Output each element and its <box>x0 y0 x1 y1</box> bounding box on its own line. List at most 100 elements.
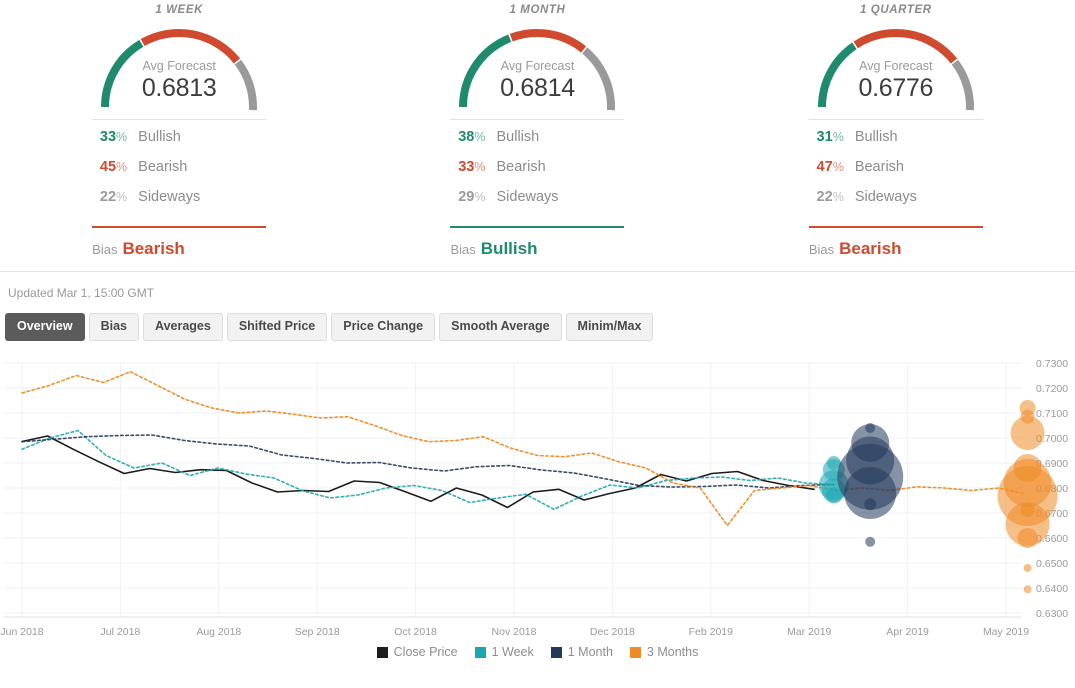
forecast-panels: 1 WEEKAvg Forecast0.681333%Bullish45%Bea… <box>0 0 1075 272</box>
stat-label: Sideways <box>496 189 558 205</box>
panel-title: 1 WEEK <box>155 4 203 16</box>
chart-canvas[interactable]: 0.73000.72000.71000.70000.69000.68000.67… <box>0 351 1075 661</box>
gauge-arc-sideways <box>955 62 970 110</box>
panel-title: 1 MONTH <box>510 4 566 16</box>
bias-value: Bullish <box>481 239 538 258</box>
legend-item[interactable]: 1 Month <box>551 645 613 659</box>
legend-label: 1 Week <box>492 645 534 659</box>
forecast-panel: 1 QUARTERAvg Forecast0.677631%Bullish47%… <box>717 0 1075 271</box>
stat-percent: 31% <box>809 129 855 145</box>
forecast-panel: 1 MONTHAvg Forecast0.681438%Bullish33%Be… <box>358 0 716 271</box>
tab-averages[interactable]: Averages <box>143 313 223 341</box>
forecast-bubble[interactable] <box>864 498 876 510</box>
gauge-arc-bearish <box>143 33 237 61</box>
legend-label: 1 Month <box>568 645 613 659</box>
stat-row-bearish: 45%Bearish <box>92 159 266 189</box>
tab-price-change[interactable]: Price Change <box>331 313 435 341</box>
bias-label: Bias <box>92 242 117 257</box>
forecast-bubble[interactable] <box>826 488 842 504</box>
percent-sign: % <box>833 160 844 174</box>
legend-label: Close Price <box>394 645 458 659</box>
y-axis-tick-label: 0.7300 <box>1036 358 1068 370</box>
stat-label: Sideways <box>855 189 917 205</box>
forecast-bubble[interactable] <box>1018 528 1038 548</box>
tab-minim-max[interactable]: Minim/Max <box>566 313 654 341</box>
tab-bias[interactable]: Bias <box>89 313 139 341</box>
stat-row-bearish: 47%Bearish <box>809 159 983 189</box>
bias-value: Bearish <box>122 239 184 258</box>
stat-percent-value: 29 <box>458 189 474 205</box>
forecast-bubble[interactable] <box>1024 585 1032 593</box>
gauge-arc-sideways <box>238 62 253 110</box>
forecast-bubble[interactable] <box>1024 564 1032 572</box>
sentiment-gauge: Avg Forecast0.6814 <box>449 19 625 111</box>
stat-row-bearish: 33%Bearish <box>450 159 624 189</box>
tab-shifted-price[interactable]: Shifted Price <box>227 313 327 341</box>
stat-percent: 38% <box>450 129 496 145</box>
stat-percent-value: 22 <box>100 189 116 205</box>
bias-rule <box>809 226 983 228</box>
legend-swatch-icon <box>377 647 388 658</box>
x-axis-tick-label: Nov 2018 <box>492 626 537 638</box>
gauge-arc-bearish <box>512 33 584 49</box>
y-axis-tick-label: 0.6500 <box>1036 558 1068 570</box>
series-line <box>22 436 814 508</box>
x-axis-tick-label: Apr 2019 <box>886 626 929 638</box>
stat-percent: 22% <box>92 189 138 205</box>
forecast-chart: 0.73000.72000.71000.70000.69000.68000.67… <box>0 351 1075 661</box>
stat-label: Bearish <box>496 159 545 175</box>
legend-item[interactable]: 3 Months <box>630 645 698 659</box>
stat-percent: 33% <box>450 159 496 175</box>
stat-percent-value: 33 <box>458 159 474 175</box>
gauge-arc-sideways <box>585 50 611 110</box>
bias-label: Bias <box>450 242 475 257</box>
forecast-bubble[interactable] <box>844 467 896 519</box>
gauge-arc-bullish <box>822 46 854 107</box>
bias-row: BiasBearish <box>809 239 983 259</box>
sentiment-gauge: Avg Forecast0.6813 <box>91 19 267 111</box>
x-axis-tick-label: Dec 2018 <box>590 626 635 638</box>
stat-label: Bullish <box>138 129 181 145</box>
sentiment-stats: 33%Bullish45%Bearish22%Sideways <box>92 119 266 219</box>
bias-value: Bearish <box>839 239 901 258</box>
bias-rule <box>450 226 624 228</box>
sentiment-stats: 31%Bullish47%Bearish22%Sideways <box>809 119 983 219</box>
bias-rule <box>92 226 266 228</box>
x-axis-tick-label: Oct 2018 <box>394 626 437 638</box>
stat-label: Bearish <box>138 159 187 175</box>
stat-row-sideways: 22%Sideways <box>92 189 266 219</box>
stat-row-bullish: 31%Bullish <box>809 129 983 159</box>
panel-title: 1 QUARTER <box>860 4 932 16</box>
stat-percent-value: 22 <box>817 189 833 205</box>
percent-sign: % <box>116 160 127 174</box>
legend-item[interactable]: Close Price <box>377 645 458 659</box>
forecast-panel: 1 WEEKAvg Forecast0.681333%Bullish45%Bea… <box>0 0 358 271</box>
bias-row: Bias Bullish <box>450 239 624 259</box>
percent-sign: % <box>474 160 485 174</box>
series-line <box>22 435 834 488</box>
percent-sign: % <box>833 130 844 144</box>
stat-percent: 33% <box>92 129 138 145</box>
stat-row-bullish: 38%Bullish <box>450 129 624 159</box>
percent-sign: % <box>116 190 127 204</box>
forecast-bubble[interactable] <box>865 537 875 547</box>
percent-sign: % <box>474 190 485 204</box>
legend-label: 3 Months <box>647 645 698 659</box>
legend-item[interactable]: 1 Week <box>475 645 534 659</box>
stat-label: Bullish <box>855 129 898 145</box>
stat-label: Bearish <box>855 159 904 175</box>
y-axis-tick-label: 0.7200 <box>1036 383 1068 395</box>
x-axis-tick-label: Sep 2018 <box>295 626 340 638</box>
stat-percent-value: 33 <box>100 129 116 145</box>
forecast-bubble[interactable] <box>1011 416 1045 450</box>
legend-swatch-icon <box>475 647 486 658</box>
tab-smooth-average[interactable]: Smooth Average <box>439 313 561 341</box>
bias-row: Bias Bearish <box>92 239 266 259</box>
x-axis-tick-label: May 2019 <box>983 626 1029 638</box>
stat-label: Sideways <box>138 189 200 205</box>
stat-row-bullish: 33%Bullish <box>92 129 266 159</box>
sentiment-gauge: Avg Forecast0.6776 <box>808 19 984 111</box>
percent-sign: % <box>474 130 485 144</box>
tab-overview[interactable]: Overview <box>5 313 85 341</box>
chart-legend: Close Price 1 Week 1 Month 3 Months <box>0 645 1075 659</box>
